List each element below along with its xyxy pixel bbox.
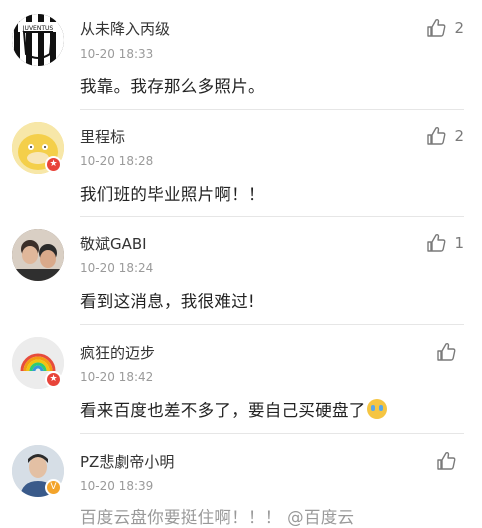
thumbs-up-icon	[436, 342, 456, 362]
timestamp: 10-20 18:33	[80, 47, 154, 61]
divider	[80, 433, 464, 434]
comment-text: 看到这消息，我很难过!	[80, 292, 255, 311]
juventus-logo-icon: JUVENTUS	[12, 14, 64, 66]
thumbs-up-icon	[436, 451, 456, 471]
person-photo-icon	[12, 229, 64, 281]
timestamp: 10-20 18:28	[80, 154, 154, 168]
username[interactable]: 敬斌GABI	[80, 233, 147, 254]
comment-text: 看来百度也差不多了，要自己买硬盘了	[80, 397, 387, 421]
avatar[interactable]	[12, 229, 64, 281]
username[interactable]: PZ悲劇帝小明	[80, 451, 174, 472]
comment-item: ★ 里程标 10-20 18:28 我们班的毕业照片啊！！ 2	[0, 110, 482, 217]
comment-item: JUVENTUS 从未降入丙级 10-20 18:33 我靠。我存那么多照片。 …	[0, 0, 482, 110]
verified-badge: V	[45, 479, 62, 496]
comment-text-body: 看来百度也差不多了，要自己买硬盘了	[80, 401, 366, 420]
like-button[interactable]: 2	[426, 126, 464, 146]
comment-text: 我们班的毕业照片啊！！	[80, 185, 265, 204]
timestamp: 10-20 18:42	[80, 370, 154, 384]
timestamp: 10-20 18:39	[80, 479, 154, 493]
like-count: 1	[454, 234, 464, 252]
thumbs-up-icon	[426, 233, 446, 253]
username[interactable]: 里程标	[80, 126, 125, 147]
like-count: 2	[454, 19, 464, 37]
thumbs-up-icon	[426, 126, 446, 146]
avatar[interactable]: JUVENTUS	[12, 14, 64, 66]
like-button[interactable]: 1	[426, 233, 464, 253]
like-count: 2	[454, 127, 464, 145]
comment-item: V PZ悲劇帝小明 10-20 18:39 百度云盘你要挺住啊！！！ @百度云	[0, 435, 482, 527]
username[interactable]: 从未降入丙级	[80, 18, 170, 39]
comment-item: ★ 疯狂的迈步 10-20 18:42 看来百度也差不多了，要自己买硬盘了	[0, 325, 482, 435]
svg-text:JUVENTUS: JUVENTUS	[22, 25, 54, 32]
comment-text: 百度云盘你要挺住啊！！！ @百度云	[80, 508, 355, 527]
thumbs-up-icon	[426, 18, 446, 38]
like-button[interactable]	[436, 451, 464, 471]
verified-badge: ★	[45, 371, 62, 388]
timestamp: 10-20 18:24	[80, 261, 154, 275]
username[interactable]: 疯狂的迈步	[80, 342, 155, 363]
like-button[interactable]: 2	[426, 18, 464, 38]
crying-emoji-icon	[366, 399, 387, 419]
like-button[interactable]	[436, 342, 464, 362]
comment-text: 我靠。我存那么多照片。	[80, 77, 265, 96]
verified-badge: ★	[45, 156, 62, 173]
comment-item: 敬斌GABI 10-20 18:24 看到这消息，我很难过! 1	[0, 217, 482, 325]
